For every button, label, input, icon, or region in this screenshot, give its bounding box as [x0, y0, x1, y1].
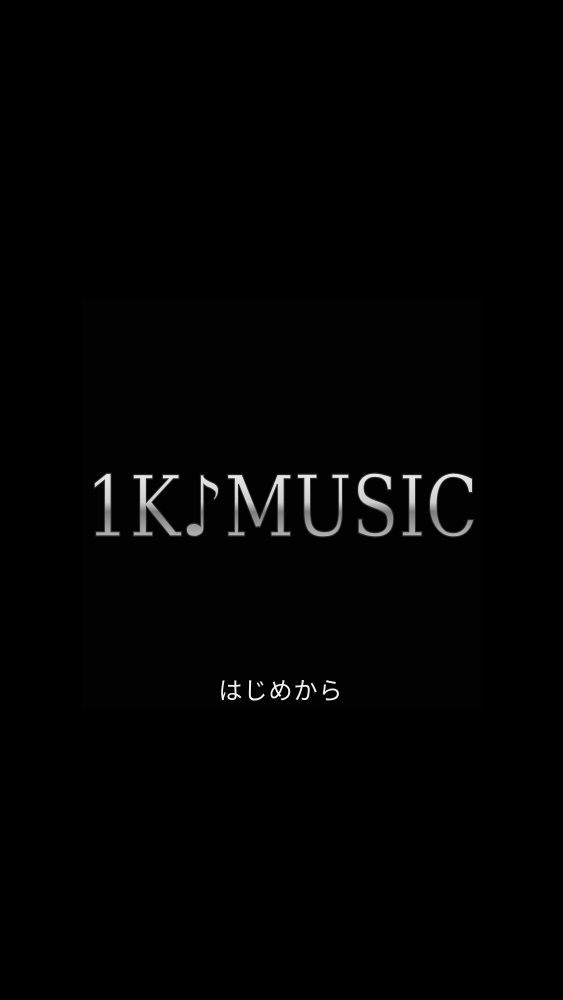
game-logo: 1K♪MUSIC: [82, 452, 482, 542]
logo-graphic: 1K♪MUSIC: [85, 457, 478, 542]
title-screen: 1K♪MUSIC はじめから: [0, 0, 563, 1000]
start-label: はじめから: [218, 676, 344, 705]
start-from-beginning-button[interactable]: はじめから: [181, 664, 381, 712]
logo-text: 1K♪MUSIC: [86, 458, 478, 542]
